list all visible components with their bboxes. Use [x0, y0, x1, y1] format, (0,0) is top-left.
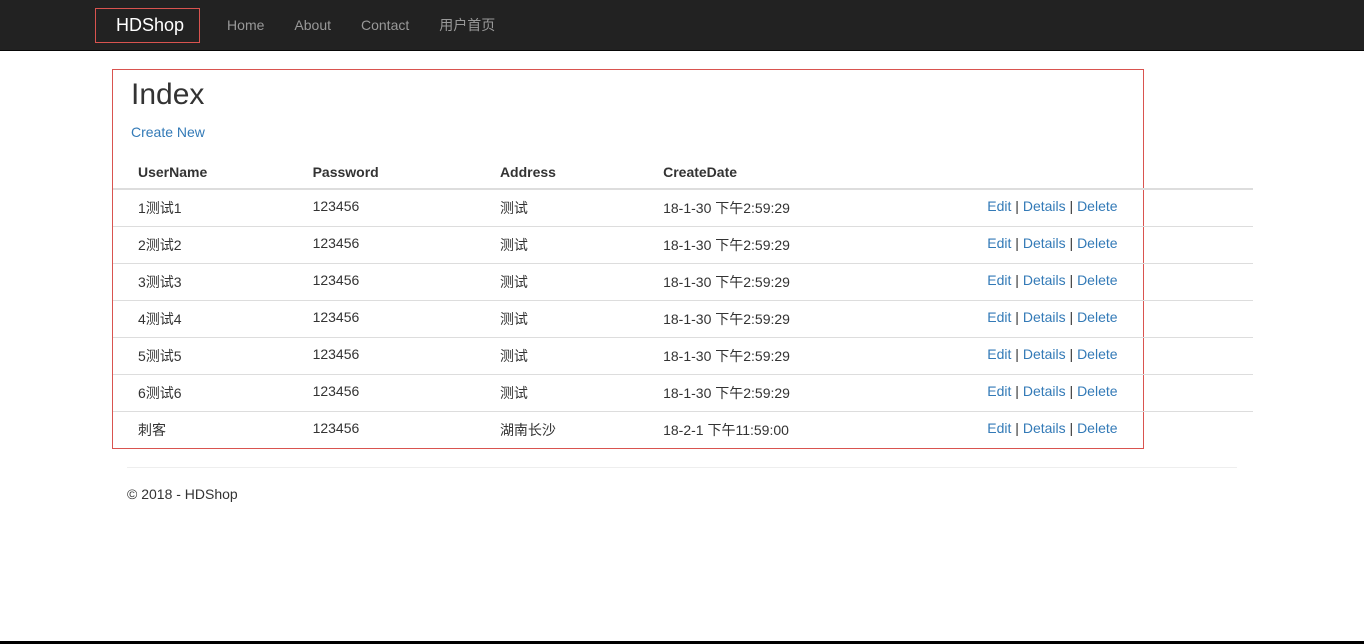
- cell-address: 测试: [492, 338, 655, 375]
- details-link[interactable]: Details: [1023, 198, 1066, 214]
- details-link[interactable]: Details: [1023, 272, 1066, 288]
- cell-password: 123456: [305, 412, 492, 449]
- separator: |: [1011, 383, 1022, 399]
- users-table: UserName Password Address CreateDate 1测试…: [113, 156, 1253, 448]
- cell-username: 4测试4: [113, 301, 305, 338]
- details-link[interactable]: Details: [1023, 235, 1066, 251]
- table-row: 3测试3123456测试18-1-30 下午2:59:29Edit | Deta…: [113, 264, 1253, 301]
- cell-address: 测试: [492, 301, 655, 338]
- cell-username: 3测试3: [113, 264, 305, 301]
- content-highlight-box: Index Create New UserName Password Addre…: [112, 69, 1144, 449]
- details-link[interactable]: Details: [1023, 420, 1066, 436]
- brand-link[interactable]: HDShop: [95, 8, 200, 43]
- nav-contact[interactable]: Contact: [346, 2, 424, 48]
- delete-link[interactable]: Delete: [1077, 346, 1117, 362]
- edit-link[interactable]: Edit: [987, 383, 1011, 399]
- details-link[interactable]: Details: [1023, 346, 1066, 362]
- separator: |: [1011, 309, 1022, 325]
- cell-actions: Edit | Details | Delete: [979, 338, 1253, 375]
- cell-password: 123456: [305, 375, 492, 412]
- cell-actions: Edit | Details | Delete: [979, 412, 1253, 449]
- separator: |: [1066, 346, 1077, 362]
- edit-link[interactable]: Edit: [987, 309, 1011, 325]
- cell-password: 123456: [305, 227, 492, 264]
- edit-link[interactable]: Edit: [987, 346, 1011, 362]
- header-password: Password: [305, 156, 492, 189]
- delete-link[interactable]: Delete: [1077, 309, 1117, 325]
- cell-createdate: 18-1-30 下午2:59:29: [655, 264, 979, 301]
- header-username: UserName: [113, 156, 305, 189]
- details-link[interactable]: Details: [1023, 383, 1066, 399]
- table-row: 2测试2123456测试18-1-30 下午2:59:29Edit | Deta…: [113, 227, 1253, 264]
- separator: |: [1011, 346, 1022, 362]
- cell-username: 5测试5: [113, 338, 305, 375]
- cell-username: 1测试1: [113, 189, 305, 227]
- cell-actions: Edit | Details | Delete: [979, 301, 1253, 338]
- delete-link[interactable]: Delete: [1077, 420, 1117, 436]
- separator: |: [1066, 420, 1077, 436]
- delete-link[interactable]: Delete: [1077, 272, 1117, 288]
- cell-address: 测试: [492, 264, 655, 301]
- cell-actions: Edit | Details | Delete: [979, 375, 1253, 412]
- navbar: HDShop Home About Contact 用户首页: [0, 0, 1364, 51]
- separator: |: [1066, 309, 1077, 325]
- cell-username: 6测试6: [113, 375, 305, 412]
- table-row: 6测试6123456测试18-1-30 下午2:59:29Edit | Deta…: [113, 375, 1253, 412]
- separator: |: [1066, 198, 1077, 214]
- cell-createdate: 18-2-1 下午11:59:00: [655, 412, 979, 449]
- footer-divider: [127, 467, 1237, 468]
- separator: |: [1011, 420, 1022, 436]
- header-createdate: CreateDate: [655, 156, 979, 189]
- cell-password: 123456: [305, 189, 492, 227]
- nav-home[interactable]: Home: [212, 2, 279, 48]
- header-actions: [979, 156, 1253, 189]
- cell-createdate: 18-1-30 下午2:59:29: [655, 338, 979, 375]
- table-row: 5测试5123456测试18-1-30 下午2:59:29Edit | Deta…: [113, 338, 1253, 375]
- header-address: Address: [492, 156, 655, 189]
- edit-link[interactable]: Edit: [987, 235, 1011, 251]
- edit-link[interactable]: Edit: [987, 272, 1011, 288]
- cell-username: 刺客: [113, 412, 305, 449]
- table-row: 4测试4123456测试18-1-30 下午2:59:29Edit | Deta…: [113, 301, 1253, 338]
- footer-text: © 2018 - HDShop: [127, 486, 1237, 522]
- delete-link[interactable]: Delete: [1077, 235, 1117, 251]
- separator: |: [1066, 383, 1077, 399]
- cell-address: 测试: [492, 227, 655, 264]
- cell-address: 测试: [492, 375, 655, 412]
- edit-link[interactable]: Edit: [987, 420, 1011, 436]
- nav-about[interactable]: About: [279, 2, 346, 48]
- cell-createdate: 18-1-30 下午2:59:29: [655, 301, 979, 338]
- edit-link[interactable]: Edit: [987, 198, 1011, 214]
- cell-createdate: 18-1-30 下午2:59:29: [655, 375, 979, 412]
- create-new-link[interactable]: Create New: [131, 124, 205, 140]
- delete-link[interactable]: Delete: [1077, 383, 1117, 399]
- cell-actions: Edit | Details | Delete: [979, 189, 1253, 227]
- table-row: 1测试1123456测试18-1-30 下午2:59:29Edit | Deta…: [113, 189, 1253, 227]
- separator: |: [1011, 272, 1022, 288]
- nav-user-home[interactable]: 用户首页: [424, 0, 510, 50]
- page-title: Index: [131, 78, 1143, 112]
- separator: |: [1066, 235, 1077, 251]
- cell-actions: Edit | Details | Delete: [979, 264, 1253, 301]
- cell-password: 123456: [305, 264, 492, 301]
- cell-address: 湖南长沙: [492, 412, 655, 449]
- table-row: 刺客123456湖南长沙18-2-1 下午11:59:00Edit | Deta…: [113, 412, 1253, 449]
- cell-address: 测试: [492, 189, 655, 227]
- cell-createdate: 18-1-30 下午2:59:29: [655, 227, 979, 264]
- separator: |: [1066, 272, 1077, 288]
- cell-createdate: 18-1-30 下午2:59:29: [655, 189, 979, 227]
- delete-link[interactable]: Delete: [1077, 198, 1117, 214]
- cell-actions: Edit | Details | Delete: [979, 227, 1253, 264]
- cell-password: 123456: [305, 338, 492, 375]
- details-link[interactable]: Details: [1023, 309, 1066, 325]
- cell-password: 123456: [305, 301, 492, 338]
- separator: |: [1011, 198, 1022, 214]
- cell-username: 2测试2: [113, 227, 305, 264]
- separator: |: [1011, 235, 1022, 251]
